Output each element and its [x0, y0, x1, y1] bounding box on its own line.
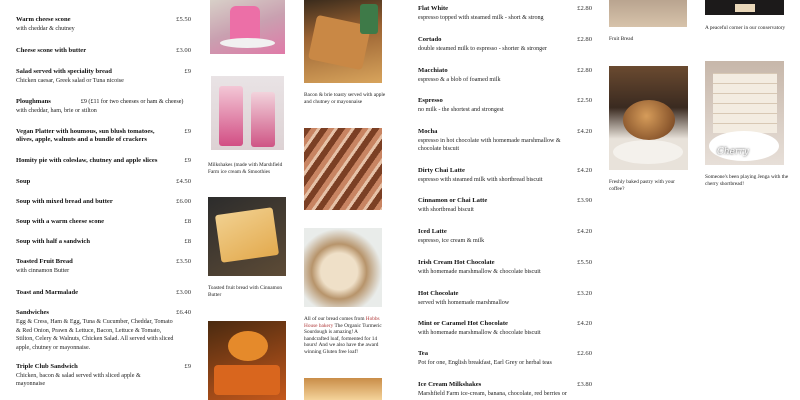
item-desc: with cheddar, ham, brie or stilton	[16, 108, 97, 114]
item-desc: with homemade marshmallow & chocolate bi…	[418, 269, 541, 275]
item-price: £2.80	[577, 5, 592, 12]
item-price: £5.50	[176, 16, 191, 23]
item-price: £3.90	[577, 197, 592, 204]
item-name: Triple Club Sandwich	[16, 363, 78, 370]
item-name: Ploughmans	[16, 98, 51, 105]
photo-caption: Fruit Bread	[609, 36, 634, 42]
item-desc: Chicken caesar, Greek salad or Tuna nico…	[16, 78, 124, 84]
fruit-bread-photo	[609, 0, 687, 27]
item-desc: espresso in hot chocolate with homemade …	[418, 138, 561, 153]
photo-caption: A peaceful corner in our conservatory	[705, 25, 786, 31]
item-price: £4.20	[577, 128, 592, 135]
item-price: £3.50	[176, 258, 191, 265]
item-price: £3.00	[176, 47, 191, 54]
item-name: Mocha	[418, 128, 438, 135]
item-desc: espresso topped with steamed milk - shor…	[418, 15, 544, 21]
item-desc: with cinnamon Butter	[16, 268, 70, 274]
photo-caption: Bacon & brie toasty served with apple an…	[304, 92, 386, 105]
menu-item: Ploughmans £9 (£11 for two cheeses or ham…	[16, 98, 196, 115]
cherry-sign-text: Cherry	[717, 147, 749, 157]
item-price: £8	[184, 238, 191, 245]
pink-drink-photo	[210, 0, 285, 54]
fruit-bread-toast-photo	[208, 197, 286, 276]
item-price: £2.60	[577, 350, 592, 357]
item-price: £9	[184, 128, 191, 135]
item-price: £4.20	[577, 167, 592, 174]
item-price: £5.50	[577, 259, 592, 266]
item-desc: with shortbread biscuit	[418, 207, 474, 213]
item-desc: with cheddar & chutney	[16, 26, 75, 32]
sourdough-photo	[304, 228, 382, 307]
item-price: £3.00	[176, 289, 191, 296]
item-price: £8	[184, 218, 191, 225]
item-desc: espresso, ice cream & milk	[418, 238, 485, 244]
item-price: £6.40	[176, 309, 191, 316]
pastry-photo	[609, 66, 688, 170]
item-name: Vegan Platter with houmous, sun blush to…	[16, 128, 155, 144]
item-desc: Marshfield Farm ice-cream, banana, choco…	[418, 391, 567, 397]
item-price: £9	[184, 68, 191, 75]
item-price: £2.50	[577, 97, 592, 104]
item-price-note: £9 (£11 for two cheeses or ham & cheese)	[80, 99, 184, 105]
item-desc: Pot for one, English breakfast, Earl Gre…	[418, 360, 552, 366]
item-price: £2.80	[577, 67, 592, 74]
item-price: £4.50	[176, 178, 191, 185]
item-price: £2.80	[577, 36, 592, 43]
item-price: £3.20	[577, 290, 592, 297]
item-desc: Chicken, bacon & salad served with slice…	[16, 373, 141, 388]
item-price: £4.20	[577, 228, 592, 235]
item-price: £9	[184, 363, 191, 370]
menu-item: Vegan Platter with houmous, sun blush to…	[16, 128, 166, 144]
item-price: £3.80	[577, 381, 592, 388]
item-desc: espresso & a blob of foamed milk	[418, 77, 501, 83]
bread-caption-text: All of our bread comes from	[304, 316, 366, 322]
menu-item: Mocha espresso in hot chocolate with hom…	[418, 128, 573, 153]
cherry-shortbread-photo: Cherry	[705, 61, 784, 165]
item-price: £9	[184, 157, 191, 164]
conservatory-photo	[705, 0, 784, 15]
milkshakes-photo	[211, 76, 284, 150]
bread-slices-photo	[304, 128, 382, 210]
item-desc: with homemade marshmallow & chocolate bi…	[418, 330, 541, 336]
item-desc: Egg & Cress, Ham & Egg, Tuna & Cucumber,…	[16, 319, 174, 351]
photo-caption: Freshly baked pastry with your coffee?	[609, 179, 675, 192]
pastries-photo	[208, 321, 286, 400]
item-price: £4.20	[577, 320, 592, 327]
item-desc: double steamed milk to espresso - shorte…	[418, 46, 547, 52]
item-price: £6.00	[176, 198, 191, 205]
cake-photo	[304, 378, 382, 400]
item-desc: espresso with steamed milk with shortbre…	[418, 177, 543, 183]
photo-caption: Toasted fruit bread with Cinnamon Butter	[208, 285, 283, 298]
item-desc: served with homemade marshmallow	[418, 300, 510, 306]
bread-caption: All of our bread comes from Hobbs House …	[304, 316, 384, 356]
menu-item: Triple Club Sandwich Chicken, bacon & sa…	[16, 363, 166, 388]
item-desc: no milk - the shortest and strongest	[418, 107, 504, 113]
photo-caption: Someone's been playing Jenga with the ch…	[705, 174, 789, 187]
bacon-toasty-photo	[304, 0, 382, 83]
photo-caption: Milkshakes (made with Marshfield Farm ic…	[208, 162, 283, 175]
